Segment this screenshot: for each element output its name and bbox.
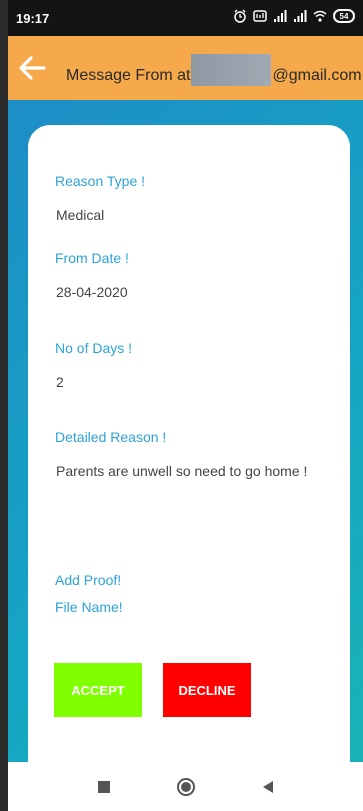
status-time: 19:17	[16, 11, 50, 26]
reason-type-label: Reason Type !	[55, 173, 146, 189]
recent-apps-button[interactable]	[93, 776, 115, 798]
reason-type-value: Medical	[56, 207, 105, 223]
page-title: Message From at @gmail.com	[66, 54, 362, 92]
circle-icon	[176, 777, 195, 796]
title-suffix: @gmail.com	[272, 67, 362, 85]
signal-icon	[274, 10, 287, 22]
from-date-label: From Date !	[55, 250, 129, 266]
file-name-label: File Name!	[55, 599, 123, 615]
days-label: No of Days !	[55, 340, 133, 356]
system-back-button[interactable]	[257, 776, 279, 798]
accept-button[interactable]: ACCEPT	[54, 663, 142, 717]
decline-button[interactable]: DECLINE	[163, 663, 251, 717]
detail-value: Parents are unwell so need to go home !	[56, 463, 308, 479]
redacted-email	[191, 54, 272, 86]
leave-request-card: Reason Type ! Medical From Date ! 28-04-…	[28, 125, 350, 765]
square-icon	[97, 780, 110, 793]
triangle-left-icon	[262, 780, 273, 793]
days-value: 2	[56, 374, 64, 390]
data-icon	[253, 10, 267, 22]
home-button[interactable]	[175, 776, 197, 798]
app-bar: Message From at @gmail.com	[8, 36, 363, 100]
battery-icon: 54	[333, 9, 355, 23]
back-button[interactable]	[12, 48, 52, 88]
add-proof-label[interactable]: Add Proof!	[55, 572, 121, 588]
arrow-left-icon	[19, 56, 46, 80]
status-bar: 19:17 54	[8, 0, 363, 36]
alarm-icon	[234, 9, 246, 23]
system-nav-bar	[8, 762, 363, 811]
from-date-value: 28-04-2020	[56, 284, 128, 300]
detail-label: Detailed Reason !	[55, 429, 167, 445]
title-prefix: Message From at	[66, 67, 191, 85]
phone-screen: 19:17 54 Message From at @gmail.com Reas…	[8, 0, 363, 811]
signal-icon-2	[294, 10, 307, 22]
status-icons: 54	[233, 9, 355, 23]
wifi-icon	[313, 10, 327, 22]
